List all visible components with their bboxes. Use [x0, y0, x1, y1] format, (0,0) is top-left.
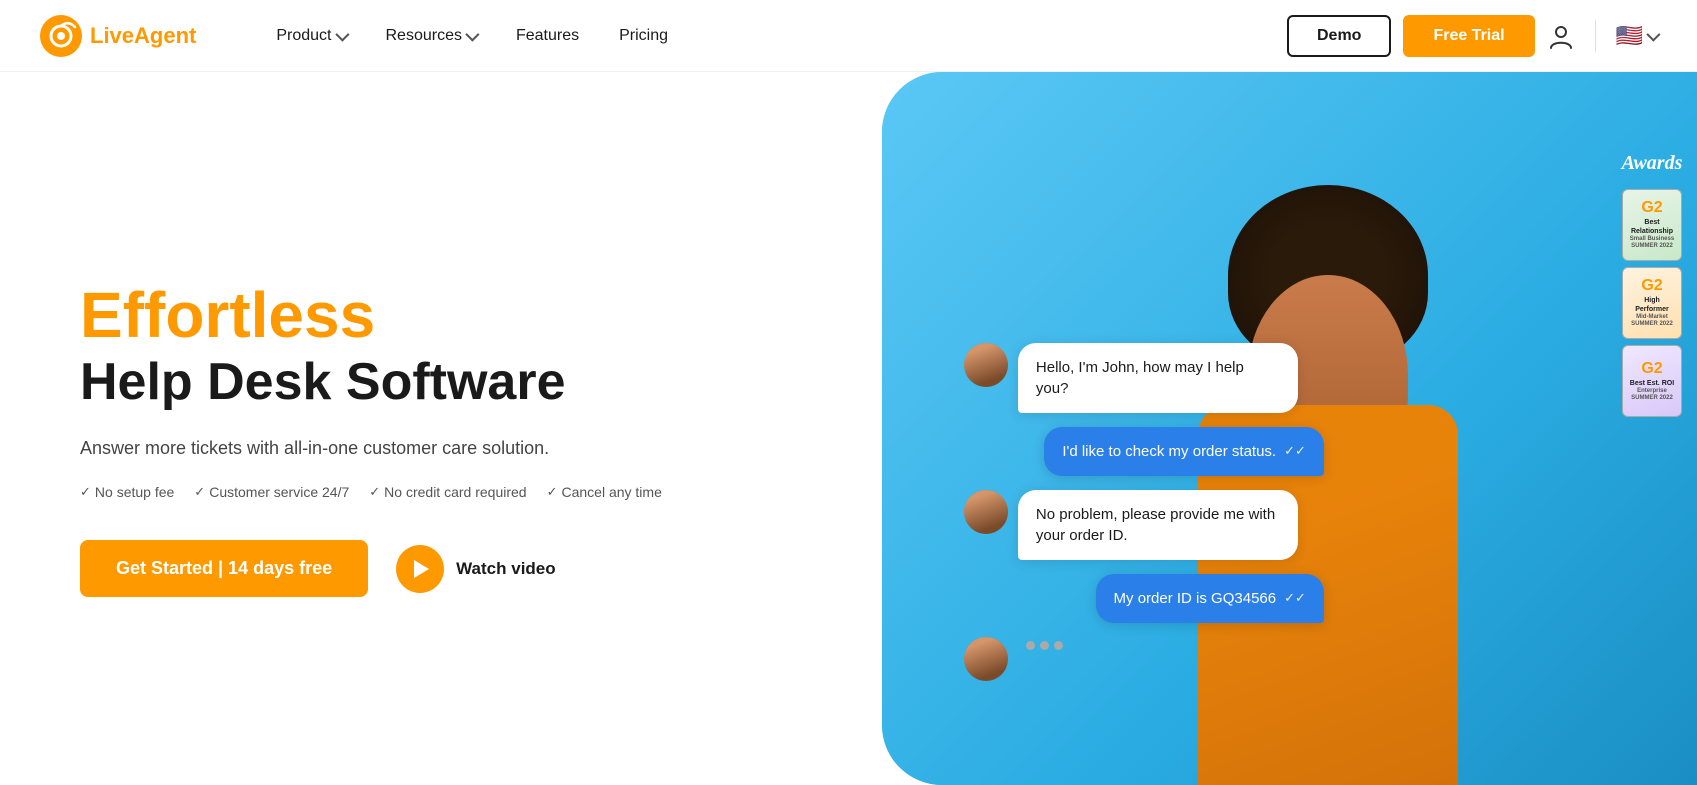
- demo-button[interactable]: Demo: [1287, 15, 1391, 57]
- chat-container: Hello, I'm John, how may I help you? I'd…: [964, 343, 1324, 681]
- check-no-credit-card: ✓ No credit card required: [369, 484, 526, 500]
- watch-video-label: Watch video: [456, 559, 556, 579]
- nav-resources[interactable]: Resources: [366, 19, 496, 53]
- badge-3-main: Best Est. ROI: [1630, 380, 1674, 388]
- agent-avatar-1: [964, 343, 1008, 387]
- language-selector[interactable]: 🇺🇸: [1616, 23, 1657, 49]
- nav-product[interactable]: Product: [256, 19, 365, 53]
- badge-1-sub: Small Business SUMMER 2022: [1627, 236, 1677, 250]
- g2-logo-2: G2: [1641, 277, 1662, 295]
- check-icon: ✓: [369, 484, 380, 500]
- watch-video-button[interactable]: Watch video: [396, 545, 556, 593]
- check-icon: ✓: [547, 484, 558, 500]
- free-trial-button[interactable]: Free Trial: [1403, 15, 1534, 57]
- award-badge-2: G2 High Performer Mid-Market SUMMER 2022: [1622, 267, 1682, 339]
- hero-headline: Help Desk Software: [80, 354, 822, 411]
- check-cancel: ✓ Cancel any time: [547, 484, 662, 500]
- badge-1-main: Best Relationship: [1627, 219, 1677, 236]
- badge-2-main: High Performer: [1627, 297, 1677, 314]
- chat-bubble-1: Hello, I'm John, how may I help you?: [1018, 343, 1298, 413]
- nav-pricing[interactable]: Pricing: [599, 19, 688, 53]
- hero-sub: Answer more tickets with all-in-one cust…: [80, 435, 822, 462]
- typing-indicator: [1018, 637, 1071, 654]
- nav-divider: [1595, 20, 1596, 52]
- hero-left: Effortless Help Desk Software Answer mor…: [0, 72, 882, 785]
- user-icon[interactable]: [1547, 22, 1575, 50]
- hero-effortless: Effortless: [80, 280, 822, 350]
- logo-text: LiveAgent: [90, 23, 196, 49]
- chat-row-3: No problem, please provide me with your …: [964, 490, 1324, 560]
- hero-checks: ✓ No setup fee ✓ Customer service 24/7 ✓…: [80, 484, 822, 500]
- nav-features[interactable]: Features: [496, 19, 599, 53]
- chat-bubble-4: My order ID is GQ34566 ✓✓: [1096, 574, 1324, 623]
- check-customer-service: ✓ Customer service 24/7: [194, 484, 349, 500]
- check-icon: ✓: [80, 484, 91, 500]
- nav-right: Demo Free Trial 🇺🇸: [1287, 15, 1657, 57]
- chevron-down-icon: [1646, 27, 1660, 41]
- get-started-button[interactable]: Get Started | 14 days free: [80, 540, 368, 597]
- hero-right: Hello, I'm John, how may I help you? I'd…: [882, 72, 1697, 785]
- chevron-down-icon: [335, 27, 349, 41]
- award-badge-3: G2 Best Est. ROI Enterprise SUMMER 2022: [1622, 345, 1682, 417]
- logo-icon: [40, 15, 82, 57]
- g2-logo-3: G2: [1641, 360, 1662, 378]
- agent-avatar-2: [964, 490, 1008, 534]
- navbar: LiveAgent Product Resources Features Pri…: [0, 0, 1697, 72]
- badge-3-sub: Enterprise SUMMER 2022: [1627, 388, 1677, 402]
- check-icon: ✓: [194, 484, 205, 500]
- agent-avatar-3: [964, 637, 1008, 681]
- flag-icon: 🇺🇸: [1616, 23, 1643, 49]
- g2-logo-1: G2: [1641, 199, 1662, 217]
- chat-row-4: My order ID is GQ34566 ✓✓: [964, 574, 1324, 623]
- typing-dot-3: [1054, 641, 1063, 650]
- typing-dot-1: [1026, 641, 1035, 650]
- logo[interactable]: LiveAgent: [40, 15, 196, 57]
- chat-typing-row: [964, 637, 1324, 681]
- double-check-icon: ✓✓: [1284, 442, 1306, 460]
- chat-row-1: Hello, I'm John, how may I help you?: [964, 343, 1324, 413]
- chat-bubble-2: I'd like to check my order status. ✓✓: [1044, 427, 1324, 476]
- double-check-icon-2: ✓✓: [1284, 589, 1306, 607]
- nav-links: Product Resources Features Pricing: [256, 19, 1287, 53]
- badge-2-sub: Mid-Market SUMMER 2022: [1627, 314, 1677, 328]
- awards-panel: Awards G2 Best Relationship Small Busine…: [1617, 152, 1697, 417]
- check-no-setup: ✓ No setup fee: [80, 484, 174, 500]
- awards-title: Awards: [1622, 152, 1683, 175]
- chevron-down-icon: [465, 27, 479, 41]
- typing-dot-2: [1040, 641, 1049, 650]
- play-triangle: [414, 560, 429, 578]
- hero-cta-row: Get Started | 14 days free Watch video: [80, 540, 822, 597]
- hero-section: Effortless Help Desk Software Answer mor…: [0, 72, 1697, 785]
- chat-bubble-3: No problem, please provide me with your …: [1018, 490, 1298, 560]
- award-badge-1: G2 Best Relationship Small Business SUMM…: [1622, 189, 1682, 261]
- chat-row-2: I'd like to check my order status. ✓✓: [964, 427, 1324, 476]
- play-icon[interactable]: [396, 545, 444, 593]
